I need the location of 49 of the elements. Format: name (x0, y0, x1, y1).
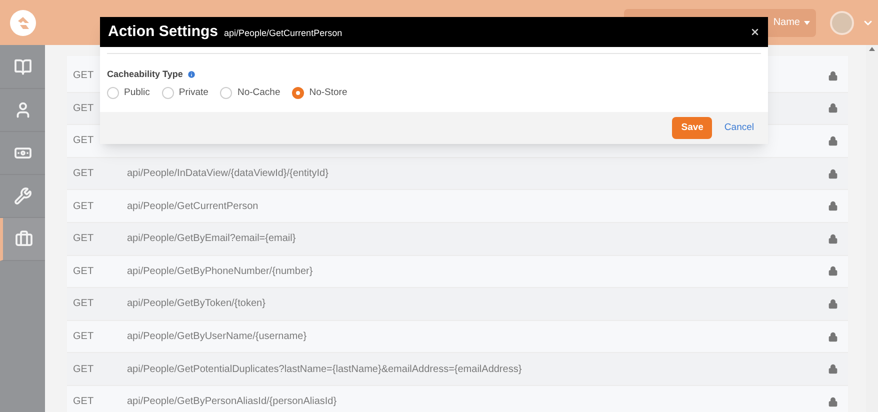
sidebar-item[interactable] (0, 218, 45, 261)
radio-button[interactable] (292, 86, 304, 99)
lock-icon (828, 201, 838, 212)
lock-icon (828, 234, 838, 244)
lock-icon (828, 396, 838, 407)
method-cell-text: GET (72, 362, 95, 377)
path-cell-text: api/People/GetCurrentPerson (127, 200, 258, 214)
method-cell-text: GET (72, 134, 95, 148)
lock-icon (828, 103, 838, 114)
method-cell-text: GET (72, 167, 95, 182)
radio-option[interactable]: Private (162, 86, 208, 100)
path-cell-text: api/People/GetByUserName/{username} (127, 330, 307, 344)
path-cell-text: api/People/InDataView/{dataViewId}/{entityId} (127, 167, 328, 182)
path-cell-text: api/People/GetPotentialDuplicates?lastName={lastName}&emailAddress={emailAddress} (127, 362, 522, 377)
method-cell-text: GET (72, 330, 95, 344)
lock-icon (828, 332, 838, 342)
method-cell-text: GET (72, 297, 95, 312)
briefcase-icon (15, 230, 33, 248)
modal-subtitle: api/People/GetCurrentPerson (224, 26, 342, 40)
cancel-link[interactable]: Cancel (724, 120, 754, 135)
method-cell-text: GET (72, 232, 95, 246)
lock-icon (828, 70, 838, 81)
field-label: Cacheability Type (107, 68, 183, 81)
radio-button[interactable] (162, 86, 174, 99)
radio-button[interactable] (220, 86, 232, 99)
logo-icon[interactable] (10, 10, 36, 36)
method-cell-text: GET (72, 200, 95, 214)
path-cell-text: api/People/GetByToken/{token} (127, 297, 266, 312)
radio-option[interactable]: Public (107, 86, 150, 100)
lock-icon (828, 266, 838, 276)
path-cell-text: api/People/GetByPhoneNumber/{number} (127, 264, 313, 279)
lock-icon (828, 298, 838, 309)
path-cell-text: api/People/GetByEmail?email={email} (127, 232, 296, 246)
method-cell-text: GET (72, 395, 95, 410)
book-icon (14, 58, 32, 76)
method-cell-text: GET (72, 102, 95, 116)
radio-option[interactable]: No-Cache (220, 86, 280, 100)
radio-option[interactable]: No-Store (292, 86, 348, 100)
radio-button[interactable] (107, 86, 119, 99)
info-icon[interactable] (186, 70, 196, 80)
lock-icon (828, 136, 838, 146)
modal-title: Action Settings (108, 22, 218, 42)
path-cell-text: api/People/GetByPersonAliasId/{personAliasId} (127, 395, 337, 410)
wrench-icon (14, 187, 32, 205)
lock-icon (828, 168, 838, 179)
caret-icon (804, 20, 810, 24)
method-cell-text: GET (72, 264, 95, 279)
close-icon[interactable] (750, 27, 760, 37)
lock-icon (828, 364, 838, 374)
